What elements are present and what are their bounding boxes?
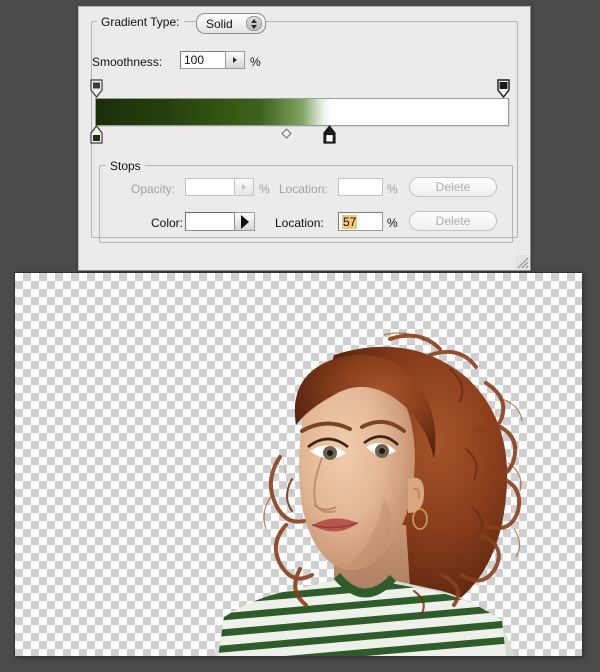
gradient-type-select[interactable]: Solid	[196, 13, 266, 34]
gradient-preview-fill	[96, 99, 508, 125]
chevron-up-icon	[251, 18, 257, 23]
color-stop-57[interactable]	[323, 125, 336, 144]
color-location-unit: %	[387, 216, 398, 230]
opacity-label: Opacity:	[131, 182, 176, 196]
smoothness-unit: %	[250, 55, 261, 69]
opacity-input[interactable]	[185, 178, 235, 196]
chevron-down-icon	[251, 24, 257, 29]
opacity-stop-100[interactable]	[497, 79, 510, 98]
smoothness-label: Smoothness:	[92, 55, 163, 69]
color-delete-button[interactable]: Delete	[409, 211, 497, 231]
gradient-editor-panel: Gradient Type: Solid Smoothness: 100 % S…	[78, 6, 531, 271]
smoothness-input[interactable]: 100	[180, 51, 226, 69]
smoothness-stepper[interactable]	[226, 51, 245, 69]
resize-grip-icon[interactable]	[515, 255, 529, 269]
gradient-type-label: Gradient Type:	[97, 15, 184, 29]
color-stop-0[interactable]	[90, 125, 103, 144]
opacity-location-unit: %	[387, 182, 398, 196]
opacity-stop-0[interactable]	[90, 79, 103, 98]
opacity-stepper[interactable]	[235, 178, 254, 196]
triangle-right-icon	[242, 184, 246, 190]
image-canvas[interactable]	[14, 272, 582, 656]
color-label: Color:	[151, 216, 184, 230]
gradient-preview-strip[interactable]	[95, 98, 509, 126]
triangle-right-icon	[240, 214, 249, 229]
portrait-image	[184, 329, 524, 656]
gradient-type-stepper[interactable]	[246, 16, 262, 31]
color-swatch-dropdown[interactable]	[235, 212, 255, 231]
triangle-right-icon	[233, 57, 237, 63]
stops-legend: Stops	[106, 159, 145, 173]
opacity-unit: %	[259, 182, 270, 196]
gradient-midpoint-diamond[interactable]	[281, 128, 292, 139]
color-location-label: Location:	[275, 216, 324, 230]
color-swatch[interactable]	[185, 212, 235, 231]
opacity-location-input[interactable]	[338, 178, 383, 196]
opacity-location-label: Location:	[279, 182, 328, 196]
color-location-input[interactable]: 57	[338, 212, 383, 231]
opacity-delete-button[interactable]: Delete	[409, 177, 497, 197]
gradient-type-value: Solid	[206, 16, 233, 31]
color-location-value: 57	[342, 215, 358, 229]
